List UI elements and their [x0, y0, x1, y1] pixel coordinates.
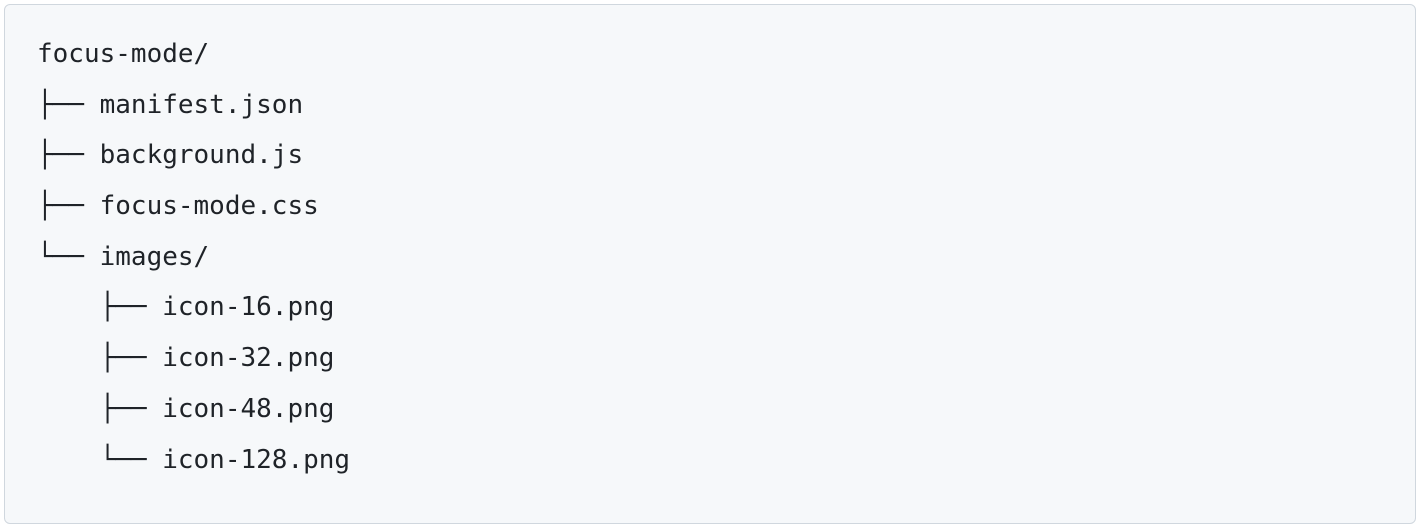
tree-line: ├── manifest.json: [37, 90, 303, 120]
directory-tree-block: focus-mode/ ├── manifest.json ├── backgr…: [4, 4, 1416, 524]
tree-line: ├── icon-32.png: [37, 343, 334, 373]
tree-line: ├── background.js: [37, 140, 303, 170]
tree-line: ├── focus-mode.css: [37, 191, 319, 221]
tree-line: focus-mode/: [37, 39, 209, 69]
tree-line: ├── icon-48.png: [37, 394, 334, 424]
tree-line: └── images/: [37, 242, 209, 272]
tree-line: └── icon-128.png: [37, 445, 350, 475]
tree-line: ├── icon-16.png: [37, 292, 334, 322]
